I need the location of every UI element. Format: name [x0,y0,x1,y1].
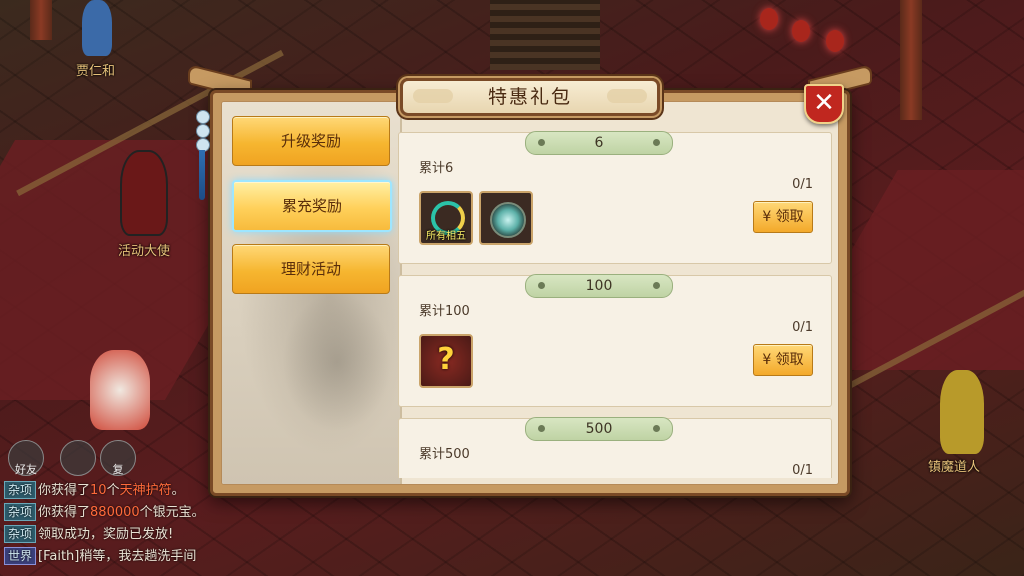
npc-event-envoy[interactable] [120,150,168,236]
npc-name-event-envoy[interactable]: 活动大使 [118,240,170,259]
tier-badge: 100 [525,274,673,298]
cloud-ornament [607,89,647,103]
dialog-title: 特惠礼包 [487,86,572,108]
stairs [490,0,600,70]
reward-card: 6 累计6 0/1 所有相五 ¥ 领取 [398,131,832,264]
claim-label: ¥ 领取 [762,352,804,368]
npc-name-jia-renhe[interactable]: 贾仁和 [76,60,115,79]
lantern-icon [826,30,844,52]
npc-jia-renhe[interactable] [82,0,112,56]
dialog-title-plate: 特惠礼包 [400,78,660,116]
chat-line: 世界 [Faith]稍等，我去趟洗手间 [4,546,324,568]
tab-label: 升级奖励 [280,132,341,150]
reward-title: 累计500 [419,447,470,462]
chat-text: 你获得了 [38,505,91,520]
npc-name-demon-taoist[interactable]: 镇魔道人 [928,456,980,475]
npc-demon-taoist[interactable] [940,370,984,454]
jade-charm-icon [196,110,210,200]
tab-label: 累充奖励 [281,197,342,215]
reward-title: 累计6 [419,161,454,176]
chat-line: 杂项 你获得了880000个银元宝。 [4,502,324,524]
item-label: 所有相五 [426,231,466,242]
claim-button[interactable]: ¥ 领取 [753,344,813,376]
close-icon: ✕ [813,88,835,118]
spirit-orb-icon[interactable] [479,191,533,245]
chat-line: 杂项 领取成功，奖励已发放! [4,524,324,546]
tier-badge: 6 [525,131,673,155]
chat-text: 领取成功，奖励已发放! [38,527,174,542]
chat-text: 。 [171,483,185,498]
chat-highlight: 10 [90,483,107,498]
chat-item-link[interactable]: 天神护符 [120,483,172,498]
tier-badge-value: 6 [594,135,604,151]
voice-button[interactable]: 复 [100,440,136,476]
ink-tree-decoration [282,292,392,432]
close-button[interactable]: ✕ [804,84,844,124]
tier-badge-value: 100 [585,278,613,294]
tab-finance-event[interactable]: 理财活动 [232,244,390,294]
jade-ring-icon[interactable]: 所有相五 [419,191,473,245]
lantern-icon [760,8,778,30]
chat-controls: 好友 复 [4,440,144,476]
reward-list[interactable]: 6 累计6 0/1 所有相五 ¥ 领取 100 累计100 0/1 ? ¥ 领取… [398,124,832,478]
chat-tag: 世界 [4,547,37,565]
pillar [900,0,922,120]
mystery-box-icon[interactable]: ? [419,334,473,388]
tier-badge: 500 [525,417,673,441]
friends-button[interactable]: 好友 [8,440,44,476]
extra-label: 复 [112,463,124,476]
pillar [30,0,52,40]
tab-cumulative-recharge[interactable]: 累充奖励 [232,180,392,232]
cloud-ornament [413,89,453,103]
chat-tag: 杂项 [4,503,37,521]
reward-card: 500 累计500 0/1 [398,417,832,478]
reward-progress: 0/1 [792,177,813,192]
friends-label: 好友 [15,463,37,476]
emoji-button[interactable] [60,440,96,476]
reward-title: 累计100 [419,304,470,319]
tier-badge-value: 500 [585,421,613,437]
lantern-icon [792,20,810,42]
claim-button[interactable]: ¥ 领取 [753,201,813,233]
tab-level-reward[interactable]: 升级奖励 [232,116,390,166]
chat-text: 你获得了 [38,483,91,498]
reward-progress: 0/1 [792,463,813,478]
reward-card: 100 累计100 0/1 ? ¥ 领取 [398,274,832,407]
lion-dance-figure[interactable] [90,350,150,430]
chat-tag: 杂项 [4,481,37,499]
chat-text: 个 [106,483,120,498]
reward-progress: 0/1 [792,320,813,335]
chat-text: [Faith]稍等，我去趟洗手间 [38,549,197,564]
claim-label: ¥ 领取 [762,209,804,225]
chat-tag: 杂项 [4,525,37,543]
chat-text: 个银元宝。 [139,505,205,520]
tab-label: 理财活动 [280,260,341,278]
chat-highlight: 880000 [90,505,140,520]
